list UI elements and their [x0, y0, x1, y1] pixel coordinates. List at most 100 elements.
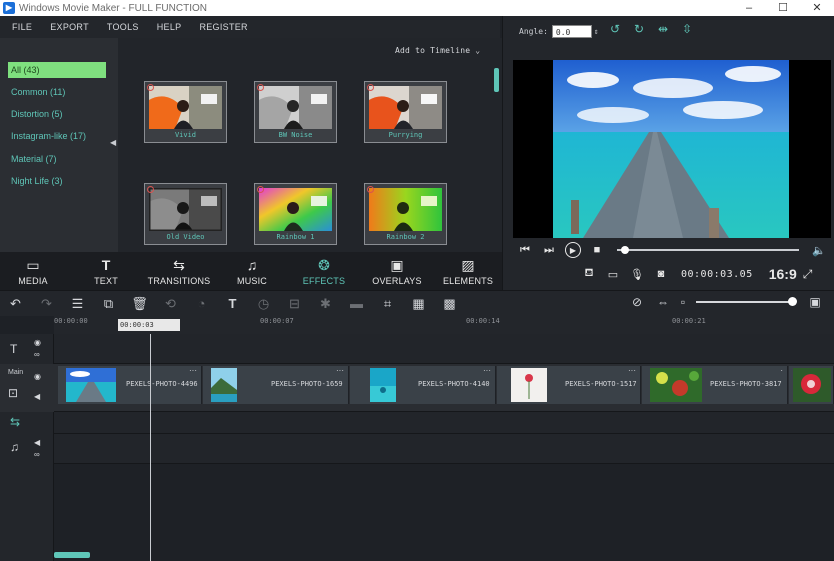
menu-register[interactable]: REGISTER — [199, 22, 247, 32]
fit-timeline-icon[interactable]: ⇔ — [650, 295, 676, 309]
effect-card-bw-noise[interactable]: BW Noise — [254, 81, 337, 143]
copy-icon[interactable]: ⧉ — [93, 296, 124, 312]
menu-tools[interactable]: TOOLS — [107, 22, 139, 32]
clip-pexels-photo-3817[interactable]: PEXELS-PHOTO-3817 · — [642, 366, 788, 404]
timeline-ruler[interactable]: 00:00:00 00:00:07 00:00:14 00:00:21 00:0… — [54, 316, 834, 334]
lock-icon[interactable]: ∞ — [34, 450, 40, 459]
clip-more-icon[interactable]: ··· — [628, 366, 636, 375]
adjust-icon[interactable]: ☰ — [62, 296, 93, 312]
category-distortion[interactable]: Distortion (5) — [8, 106, 106, 122]
lock-icon[interactable]: ∞ — [34, 350, 40, 359]
delete-icon[interactable]: 🗑 — [124, 296, 155, 312]
visibility-icon[interactable]: ◉ — [34, 338, 41, 347]
add-to-timeline-button[interactable]: Add to Timeline ⌄ — [395, 46, 480, 55]
category-material[interactable]: Material (7) — [8, 151, 106, 167]
motion-icon[interactable]: ✱ — [310, 296, 341, 312]
close-button[interactable]: ✕ — [800, 0, 834, 16]
paint-bucket-icon[interactable]: ⛾ — [577, 267, 601, 281]
menu-help[interactable]: HELP — [157, 22, 182, 32]
favorite-icon[interactable] — [257, 186, 264, 193]
flip-horizontal-icon[interactable]: ⇹ — [651, 22, 675, 36]
speed-icon[interactable]: ◔ — [186, 296, 217, 311]
category-all[interactable]: All (43) — [8, 62, 106, 78]
stop-icon[interactable]: ■ — [585, 244, 609, 256]
snap-icon[interactable]: ⊘ — [624, 295, 650, 309]
previous-frame-icon[interactable]: ⏮ — [513, 244, 537, 257]
tab-effects[interactable]: ❂ EFFECTS — [292, 252, 356, 290]
effect-card-purrying[interactable]: Purrying — [364, 81, 447, 143]
category-instagram-like[interactable]: Instagram-like (17) — [8, 128, 106, 144]
category-common[interactable]: Common (11) — [8, 84, 106, 100]
clip-partial[interactable] — [789, 366, 834, 404]
clip-pexels-photo-4140[interactable]: PEXELS-PHOTO-4140 ··· — [350, 366, 496, 404]
seek-handle[interactable] — [621, 246, 629, 254]
tab-transitions[interactable]: ⇆ TRANSITIONS — [146, 252, 212, 290]
favorite-icon[interactable] — [257, 84, 264, 91]
category-night-life[interactable]: Night Life (3) — [8, 173, 106, 189]
seek-bar[interactable] — [617, 246, 799, 254]
playhead-time[interactable]: 00:00:03 — [118, 319, 180, 331]
tab-media[interactable]: ▭ MEDIA — [0, 252, 66, 290]
color-icon[interactable]: ▩ — [434, 296, 465, 312]
favorite-icon[interactable] — [147, 84, 154, 91]
mute-icon[interactable]: ◀ — [34, 438, 40, 447]
clip-more-icon[interactable]: ··· — [483, 366, 491, 375]
effect-card-rainbow-2[interactable]: Rainbow 2 — [364, 183, 447, 245]
camera-record-icon[interactable]: ▭ — [601, 268, 625, 281]
menu-file[interactable]: FILE — [12, 22, 32, 32]
next-frame-icon[interactable]: ⏭ — [537, 244, 561, 257]
visibility-icon[interactable]: ◉ — [34, 372, 41, 381]
mute-icon[interactable]: ◀ — [34, 392, 40, 401]
collapse-panel-icon[interactable]: ◀ — [110, 138, 116, 147]
mosaic-icon[interactable]: ▦ — [403, 296, 434, 312]
text-track[interactable] — [54, 334, 834, 364]
undo-icon[interactable]: ↶ — [0, 296, 31, 312]
zoom-out-icon[interactable]: ▫ — [676, 295, 690, 309]
snapshot-icon[interactable]: ◙ — [649, 268, 673, 280]
clip-pexels-photo-4496[interactable]: PEXELS-PHOTO-4496 ··· — [58, 366, 202, 404]
tab-music[interactable]: ♫ MUSIC — [212, 252, 292, 290]
favorite-icon[interactable] — [147, 186, 154, 193]
playhead[interactable] — [150, 334, 151, 561]
effects-scrollbar[interactable] — [494, 68, 499, 92]
menu-export[interactable]: EXPORT — [50, 22, 89, 32]
main-track[interactable]: PEXELS-PHOTO-4496 ··· PEXELS-PHOTO-1659 … — [54, 364, 834, 412]
crop-icon[interactable]: ⌗ — [372, 296, 403, 312]
favorite-icon[interactable] — [367, 186, 374, 193]
maximize-button[interactable]: ☐ — [766, 0, 800, 16]
clip-more-icon[interactable]: · — [780, 366, 783, 375]
volume-icon[interactable]: 🔈 — [807, 244, 831, 257]
add-text-icon[interactable]: T — [217, 296, 248, 311]
caption-icon[interactable]: ▬ — [341, 296, 372, 311]
zoom-handle[interactable] — [788, 297, 797, 306]
rotate-right-icon[interactable]: ↻ — [627, 22, 651, 36]
split-audio-icon[interactable]: ⊟ — [279, 296, 310, 312]
fullscreen-icon[interactable]: ⤢ — [803, 267, 813, 282]
angle-input[interactable]: 0.0 — [551, 24, 592, 38]
effect-card-vivid[interactable]: Vivid — [144, 81, 227, 143]
flip-vertical-icon[interactable]: ⇳ — [675, 22, 699, 36]
microphone-icon[interactable]: 🎙 — [625, 268, 649, 281]
rotate-icon[interactable]: ⟲ — [155, 296, 186, 312]
clip-pexels-photo-1517[interactable]: PEXELS-PHOTO-1517 ··· — [497, 366, 641, 404]
clip-more-icon[interactable]: ··· — [336, 366, 344, 375]
redo-icon[interactable]: ↷ — [31, 296, 62, 312]
tab-text[interactable]: T TEXT — [66, 252, 146, 290]
transition-track[interactable] — [54, 412, 834, 434]
duration-icon[interactable]: ◷ — [248, 296, 279, 312]
zoom-slider[interactable] — [696, 297, 797, 306]
effect-card-rainbow-1[interactable]: Rainbow 1 — [254, 183, 337, 245]
favorite-icon[interactable] — [367, 84, 374, 91]
effect-card-old-video[interactable]: Old Video — [144, 183, 227, 245]
aspect-ratio-button[interactable]: 16:9 — [769, 266, 797, 282]
clip-pexels-photo-1659[interactable]: PEXELS-PHOTO-1659 ··· — [203, 366, 349, 404]
rotate-left-icon[interactable]: ↺ — [603, 22, 627, 36]
angle-spinner-icon[interactable]: ⇕ — [594, 27, 599, 36]
play-button[interactable]: ▶ — [561, 242, 585, 258]
clip-more-icon[interactable]: ··· — [189, 366, 197, 375]
tab-overlays[interactable]: ▣ OVERLAYS — [356, 252, 438, 290]
minimize-button[interactable]: – — [732, 0, 766, 16]
zoom-in-icon[interactable]: ▣ — [802, 295, 828, 309]
timeline-scrollbar[interactable] — [54, 552, 90, 558]
tab-elements[interactable]: ▨ ELEMENTS — [438, 252, 498, 290]
